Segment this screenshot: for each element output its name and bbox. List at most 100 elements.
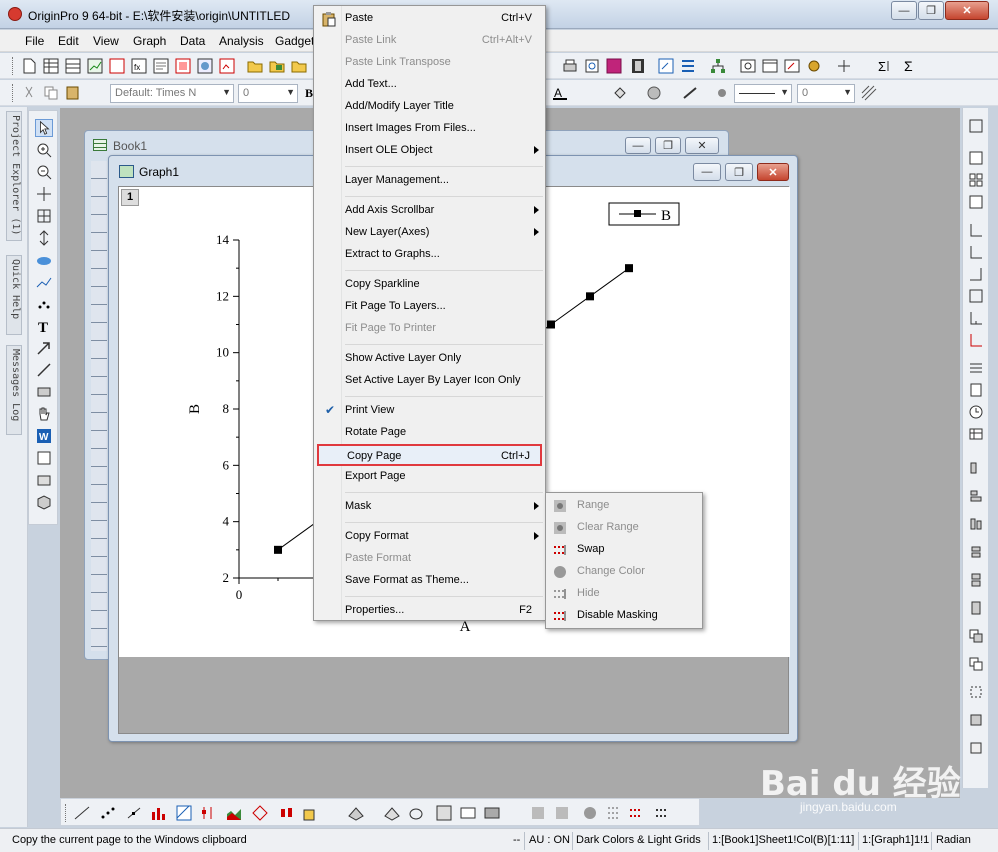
mask-color-icon[interactable]: [581, 804, 599, 822]
axes-ticks-icon[interactable]: [968, 310, 984, 326]
menu-item-rotate-page[interactable]: Rotate Page: [317, 422, 542, 444]
column-plot-icon[interactable]: [149, 804, 167, 822]
word-object-icon[interactable]: W: [35, 427, 53, 445]
fill-color-icon[interactable]: [611, 84, 629, 102]
axes-color-icon[interactable]: [968, 332, 984, 348]
ungroup-icon[interactable]: [968, 684, 984, 700]
table-icon[interactable]: [968, 426, 984, 442]
menu-item-insert-ole-object[interactable]: Insert OLE Object: [317, 140, 542, 162]
menu-edit[interactable]: Edit: [58, 34, 79, 48]
menu-item-paste[interactable]: Paste Ctrl+V: [317, 8, 542, 30]
mask-item-change-color[interactable]: Change Color: [548, 561, 700, 583]
rectangle-tool-icon[interactable]: [35, 383, 53, 401]
menu-item-insert-images-from-files[interactable]: Insert Images From Files...: [317, 118, 542, 140]
find-icon[interactable]: [739, 57, 757, 75]
3d-contour-icon[interactable]: [407, 804, 425, 822]
ternary-icon[interactable]: [435, 804, 453, 822]
menu-item-copy-sparkline[interactable]: Copy Sparkline: [317, 274, 542, 296]
print-preview-icon[interactable]: [583, 57, 601, 75]
font-color-icon[interactable]: A: [551, 84, 569, 102]
mask-item-hide[interactable]: Hide: [548, 583, 700, 605]
line-style-select[interactable]: ▼: [734, 84, 792, 103]
graph-minimize-button[interactable]: —: [693, 163, 721, 181]
area-plot-icon[interactable]: [225, 804, 243, 822]
font-select[interactable]: Default: Times N ▼: [110, 84, 234, 103]
line-tool-icon[interactable]: [35, 361, 53, 379]
menu-data[interactable]: Data: [180, 34, 205, 48]
new-notes-icon[interactable]: [152, 57, 170, 75]
3d-wire-icon[interactable]: [383, 804, 401, 822]
zoom-in-icon[interactable]: [35, 141, 53, 159]
new-graph-icon[interactable]: [86, 57, 104, 75]
mask-item-clear-range[interactable]: Clear Range: [548, 517, 700, 539]
group-icon[interactable]: [968, 656, 984, 672]
back-icon[interactable]: [968, 740, 984, 756]
book-close-button[interactable]: ✕: [685, 137, 719, 154]
close-button[interactable]: ✕: [945, 1, 989, 20]
tab-messages-log[interactable]: Messages Log: [6, 345, 22, 435]
distribute-icon[interactable]: [968, 600, 984, 616]
data-reader-icon[interactable]: [35, 207, 53, 225]
mask-points-icon[interactable]: [35, 295, 53, 313]
rescale-icon[interactable]: [968, 118, 984, 134]
menu-item-copy-format[interactable]: Copy Format: [317, 526, 542, 548]
new-report-icon[interactable]: [218, 57, 236, 75]
export-icon[interactable]: [605, 57, 623, 75]
data-selector-icon[interactable]: [35, 229, 53, 247]
copy-icon[interactable]: [42, 84, 60, 102]
contour-plot-icon[interactable]: [175, 804, 193, 822]
menu-item-show-active-layer-only[interactable]: Show Active Layer Only: [317, 348, 542, 370]
new-matrix-icon[interactable]: [108, 57, 126, 75]
new-3d-icon[interactable]: [196, 57, 214, 75]
clock-icon[interactable]: [968, 404, 984, 420]
menu-item-copy-page[interactable]: Copy Page Ctrl+J: [317, 444, 542, 466]
project-tree-icon[interactable]: [709, 57, 727, 75]
menu-item-print-view[interactable]: ✔ Print View: [317, 400, 542, 422]
toolbar-grip[interactable]: [12, 57, 15, 75]
menu-item-add-axis-scrollbar[interactable]: Add Axis Scrollbar: [317, 200, 542, 222]
align-bottom-icon[interactable]: [968, 572, 984, 588]
menu-item-paste-link-transpose[interactable]: Paste Link Transpose: [317, 52, 542, 74]
script-window-icon[interactable]: [783, 57, 801, 75]
pointer-icon[interactable]: [35, 119, 53, 137]
front-icon[interactable]: [968, 712, 984, 728]
stack-icon[interactable]: [968, 628, 984, 644]
menu-item-fit-page-to-layers[interactable]: Fit Page To Layers...: [317, 296, 542, 318]
mask-item-disable-masking[interactable]: Disable Masking: [548, 605, 700, 627]
mask-hide-icon[interactable]: [605, 804, 623, 822]
menu-item-paste-format[interactable]: Paste Format: [317, 548, 542, 570]
menu-item-extract-to-graphs[interactable]: Extract to Graphs...: [317, 244, 542, 266]
graph-close-button[interactable]: ✕: [757, 163, 789, 181]
menu-item-mask[interactable]: Mask: [317, 496, 542, 518]
layout-2-icon[interactable]: [968, 172, 984, 188]
mask-swap-icon[interactable]: [627, 804, 645, 822]
arrow-tool-icon[interactable]: [35, 339, 53, 357]
open-excel-icon[interactable]: [290, 57, 308, 75]
film-icon[interactable]: [629, 57, 647, 75]
image-plot-icon[interactable]: [483, 804, 501, 822]
menu-item-set-active-layer-by-layer-icon-only[interactable]: Set Active Layer By Layer Icon Only: [317, 370, 542, 392]
graph-restore-button[interactable]: ❐: [725, 163, 753, 181]
mask-item-swap[interactable]: Swap: [548, 539, 700, 561]
print-icon[interactable]: [561, 57, 579, 75]
screen-reader-icon[interactable]: [35, 185, 53, 203]
menu-gadget[interactable]: Gadget: [275, 34, 314, 48]
matrix-icon[interactable]: [968, 382, 984, 398]
menu-item-export-page[interactable]: Export Page: [317, 466, 542, 488]
align-top-icon[interactable]: [968, 460, 984, 476]
command-window-icon[interactable]: [761, 57, 779, 75]
list-lines-icon[interactable]: [968, 360, 984, 376]
scatter-plot-icon[interactable]: [99, 804, 117, 822]
zoom-out-icon[interactable]: [35, 163, 53, 181]
statistics-icon[interactable]: Σ: [877, 57, 895, 75]
menu-item-fit-page-to-printer[interactable]: Fit Page To Printer: [317, 318, 542, 340]
menu-item-paste-link[interactable]: Paste Link Ctrl+Alt+V: [317, 30, 542, 52]
menu-file[interactable]: File: [25, 34, 44, 48]
font-size-select[interactable]: 0 ▼: [238, 84, 298, 103]
regional-select-icon[interactable]: [35, 273, 53, 291]
mask-disable-icon[interactable]: [653, 804, 671, 822]
mask-range-icon[interactable]: [529, 804, 547, 822]
menu-view[interactable]: View: [93, 34, 119, 48]
tab-project-explorer[interactable]: Project Explorer (1): [6, 111, 22, 241]
new-layout-icon[interactable]: [174, 57, 192, 75]
